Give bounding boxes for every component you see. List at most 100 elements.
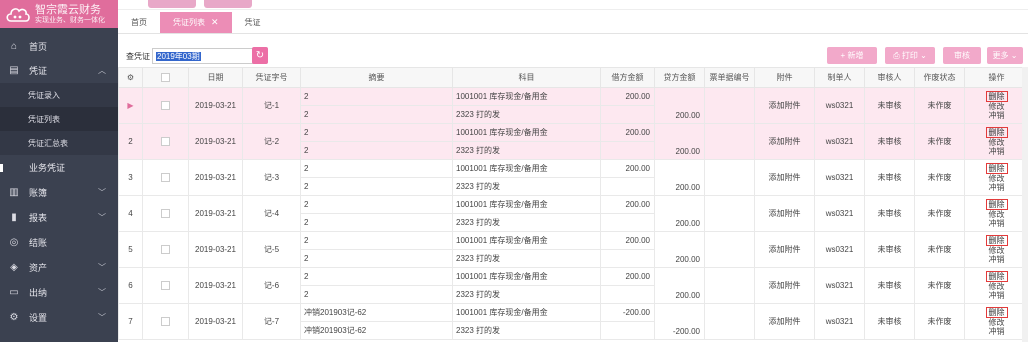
add-attachment-link[interactable]: 添加附件: [754, 123, 815, 160]
delete-link[interactable]: 删除: [985, 91, 1008, 102]
delete-link[interactable]: 删除: [985, 235, 1008, 246]
voucher-no-cell[interactable]: 记-1: [242, 87, 301, 124]
reverse-link[interactable]: 冲销: [965, 255, 1028, 264]
edit-link[interactable]: 修改: [965, 102, 1028, 111]
sidebar-nav: ⌂ 首页 ▤ 凭证 ︿ 凭证录入 凭证列表 凭证汇总表 业务凭证 ▥ 账簿 ﹀ ▮ …: [0, 34, 118, 330]
add-attachment-link[interactable]: 添加附件: [754, 195, 815, 232]
bill-no-cell: [704, 159, 755, 196]
operations-cell: 删除 修改 冲销: [964, 159, 1028, 196]
row-checkbox-cell[interactable]: [142, 303, 189, 340]
edit-link[interactable]: 修改: [965, 138, 1028, 147]
sidebar-item-home[interactable]: ⌂ 首页: [0, 34, 118, 58]
sidebar-item-asset[interactable]: ◈ 资产 ﹀: [0, 255, 118, 280]
row-checkbox[interactable]: [161, 101, 170, 111]
delete-link[interactable]: 删除: [985, 163, 1008, 174]
edit-link[interactable]: 修改: [965, 246, 1028, 255]
row-checkbox[interactable]: [161, 317, 170, 327]
row-checkbox-cell[interactable]: [142, 159, 189, 196]
reverse-link[interactable]: 冲销: [965, 291, 1028, 300]
audit-button[interactable]: 审核: [943, 47, 981, 64]
edit-link[interactable]: 修改: [965, 282, 1028, 291]
add-attachment-link[interactable]: 添加附件: [754, 87, 815, 124]
row-checkbox-cell[interactable]: [142, 87, 189, 124]
subject-cell: 2323 打的发: [452, 285, 601, 304]
header-button[interactable]: [148, 0, 196, 8]
sidebar-item-settle[interactable]: ◎ 结账: [0, 230, 118, 255]
select-all-checkbox[interactable]: [161, 73, 170, 83]
delete-link[interactable]: 删除: [985, 271, 1008, 282]
sidebar-item-cashier[interactable]: ▭ 出纳 ﹀: [0, 280, 118, 305]
reverse-link[interactable]: 冲销: [965, 183, 1028, 192]
summary-cell: 2: [300, 231, 453, 250]
row-checkbox-cell[interactable]: [142, 267, 189, 304]
print-button[interactable]: ⎙ 打印 ⌄: [885, 47, 935, 64]
add-attachment-link[interactable]: 添加附件: [754, 159, 815, 196]
row-checkbox[interactable]: [161, 137, 170, 147]
maker-cell: ws0321: [814, 303, 865, 340]
close-icon[interactable]: ✕: [211, 17, 219, 28]
sidebar-item-dot[interactable]: 业务凭证: [0, 155, 118, 180]
row-checkbox[interactable]: [161, 209, 170, 219]
table-row[interactable]: 3 2019-03-21 记-3 2 1001001 库存现金/备用金 200.…: [118, 159, 1028, 196]
row-checkbox-cell[interactable]: [142, 123, 189, 160]
tab-0[interactable]: 首页: [118, 12, 160, 33]
edit-link[interactable]: 修改: [965, 318, 1028, 327]
select-all-header[interactable]: [142, 67, 189, 88]
row-checkbox[interactable]: [161, 245, 170, 255]
sidebar-subitem[interactable]: 凭证汇总表: [0, 131, 118, 155]
period-select[interactable]: 2019年03期 ⌄: [152, 48, 264, 64]
table-row[interactable]: ▶ 2019-03-21 记-1 2 1001001 库存现金/备用金 200.…: [118, 87, 1028, 124]
add-button[interactable]: + 新增: [827, 47, 877, 64]
add-attachment-link[interactable]: 添加附件: [754, 267, 815, 304]
debit-cell: [600, 213, 655, 232]
column-header: 票单据编号: [704, 67, 755, 88]
delete-link[interactable]: 删除: [985, 307, 1008, 318]
delete-link[interactable]: 删除: [985, 199, 1008, 210]
date-cell: 2019-03-21: [188, 123, 243, 160]
subject-cell: 2323 打的发: [452, 213, 601, 232]
table-row[interactable]: 7 2019-03-21 记-7 冲销201903记-62 1001001 库存…: [118, 303, 1028, 340]
edit-link[interactable]: 修改: [965, 210, 1028, 219]
voucher-no-cell[interactable]: 记-2: [242, 123, 301, 160]
delete-link[interactable]: 删除: [985, 127, 1008, 138]
add-attachment-link[interactable]: 添加附件: [754, 303, 815, 340]
settings-column-header[interactable]: ⚙: [118, 67, 143, 88]
reverse-link[interactable]: 冲销: [965, 219, 1028, 228]
row-checkbox[interactable]: [161, 281, 170, 291]
gear-icon: ⚙: [126, 73, 135, 82]
voucher-no-cell[interactable]: 记-4: [242, 195, 301, 232]
add-attachment-link[interactable]: 添加附件: [754, 231, 815, 268]
header-button[interactable]: [204, 0, 252, 8]
table-row[interactable]: 6 2019-03-21 记-6 2 1001001 库存现金/备用金 200.…: [118, 267, 1028, 304]
edit-link[interactable]: 修改: [965, 174, 1028, 183]
voucher-no-cell[interactable]: 记-7: [242, 303, 301, 340]
cashier-icon: ▭: [9, 287, 19, 298]
sidebar-item-book[interactable]: ▥ 账簿 ﹀: [0, 180, 118, 205]
tab-1[interactable]: 凭证列表 ✕: [160, 12, 232, 33]
vertical-scrollbar[interactable]: [1022, 67, 1028, 342]
reverse-link[interactable]: 冲销: [965, 111, 1028, 120]
voucher-no-cell[interactable]: 记-6: [242, 267, 301, 304]
subject-cell: 1001001 库存现金/备用金: [452, 303, 601, 322]
sidebar-subitem[interactable]: 凭证列表: [0, 107, 118, 131]
sidebar-subitem[interactable]: 凭证录入: [0, 83, 118, 107]
sidebar-item-document[interactable]: ▤ 凭证 ︿: [0, 58, 118, 83]
row-checkbox-cell[interactable]: [142, 231, 189, 268]
voucher-no-cell[interactable]: 记-3: [242, 159, 301, 196]
tab-2[interactable]: 凭证: [232, 12, 274, 33]
table-row[interactable]: 2 2019-03-21 记-2 2 1001001 库存现金/备用金 200.…: [118, 123, 1028, 160]
row-checkbox[interactable]: [161, 173, 170, 183]
row-checkbox-cell[interactable]: [142, 195, 189, 232]
table-row[interactable]: 5 2019-03-21 记-5 2 1001001 库存现金/备用金 200.…: [118, 231, 1028, 268]
refresh-button[interactable]: ↻: [252, 47, 268, 64]
reverse-link[interactable]: 冲销: [965, 327, 1028, 336]
table-row[interactable]: 4 2019-03-21 记-4 2 1001001 库存现金/备用金 200.…: [118, 195, 1028, 232]
sidebar-item-gear[interactable]: ⚙ 设置 ﹀: [0, 305, 118, 330]
app-logo[interactable]: 智宗霞云财务 实现业务、财务一体化: [0, 0, 118, 28]
more-button[interactable]: 更多 ⌄: [987, 47, 1023, 64]
voucher-no-cell[interactable]: 记-5: [242, 231, 301, 268]
reverse-link[interactable]: 冲销: [965, 147, 1028, 156]
auditor-cell: 未审核: [864, 231, 915, 268]
settle-icon: ◎: [9, 237, 19, 248]
sidebar-item-chart[interactable]: ▮ 报表 ﹀: [0, 205, 118, 230]
